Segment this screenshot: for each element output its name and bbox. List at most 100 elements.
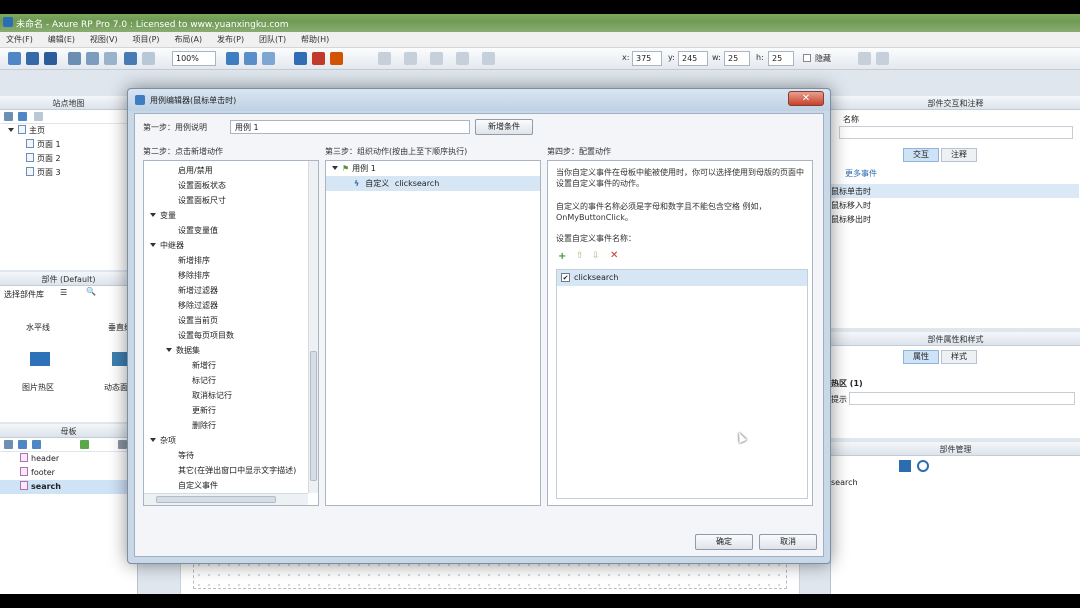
new-file-icon[interactable] bbox=[8, 52, 21, 65]
menu-edit[interactable]: 编辑(E) bbox=[48, 34, 75, 45]
action-tree-item[interactable]: 新增排序 bbox=[144, 253, 318, 268]
event-row[interactable]: 鼠标移出时 bbox=[831, 214, 871, 225]
tab-notes[interactable]: 注释 bbox=[941, 148, 977, 162]
copy-icon[interactable] bbox=[86, 52, 99, 65]
tab-style[interactable]: 样式 bbox=[941, 350, 977, 364]
action-tree-item[interactable]: 其它(在弹出窗口中显示文字描述) bbox=[144, 463, 318, 478]
actions-hscroll-thumb[interactable] bbox=[156, 496, 276, 503]
action-tree-item[interactable]: 设置变量值 bbox=[144, 223, 318, 238]
action-tree-item[interactable]: 设置当前页 bbox=[144, 313, 318, 328]
expand-icon[interactable] bbox=[150, 243, 156, 247]
sitemap-page[interactable]: 页面 3 bbox=[0, 166, 137, 180]
name-input[interactable] bbox=[839, 126, 1073, 139]
menu-team[interactable]: 团队(T) bbox=[259, 34, 286, 45]
preview-icon[interactable] bbox=[858, 52, 871, 65]
action-tree-item[interactable]: 移除排序 bbox=[144, 268, 318, 283]
add-icon[interactable]: + bbox=[558, 251, 566, 262]
action-tree-item[interactable]: 设置面板尺寸 bbox=[144, 193, 318, 208]
order-icon[interactable] bbox=[330, 52, 343, 65]
group-icon[interactable] bbox=[294, 52, 307, 65]
more-events-link[interactable]: 更多事件 bbox=[845, 168, 877, 179]
tab-properties[interactable]: 属性 bbox=[903, 350, 939, 364]
action-tree-item[interactable]: 数据集 bbox=[144, 343, 318, 358]
action-tree-item[interactable]: 中继器 bbox=[144, 238, 318, 253]
ungroup-icon[interactable] bbox=[312, 52, 325, 65]
font-icon[interactable] bbox=[430, 52, 443, 65]
add-folder-icon[interactable] bbox=[18, 112, 27, 121]
expand-icon[interactable] bbox=[8, 128, 14, 132]
widget-manager-item[interactable]: search bbox=[831, 478, 858, 487]
move-up-icon[interactable]: ⇧ bbox=[576, 251, 584, 261]
action-tree-item[interactable]: 设置面板状态 bbox=[144, 178, 318, 193]
menu-file[interactable]: 文件(F) bbox=[6, 34, 33, 45]
add-condition-button[interactable]: 新增条件 bbox=[475, 119, 533, 135]
menu-publish[interactable]: 发布(P) bbox=[217, 34, 244, 45]
move-up-icon[interactable] bbox=[34, 112, 43, 121]
widget-library-select[interactable]: 选择部件库 bbox=[4, 290, 44, 299]
sitemap-root[interactable]: 主页 bbox=[0, 124, 137, 138]
action-row-selected[interactable]: ϟ 自定义 clicksearch bbox=[326, 176, 540, 191]
add-folder-icon[interactable] bbox=[18, 440, 27, 449]
undo-icon[interactable] bbox=[124, 52, 137, 65]
delete-icon[interactable]: ✕ bbox=[610, 250, 618, 261]
custom-event-row[interactable]: ✔ clicksearch bbox=[557, 270, 807, 286]
action-tree-item[interactable]: 启用/禁用 bbox=[144, 163, 318, 178]
action-tree-item[interactable]: 移除过滤器 bbox=[144, 298, 318, 313]
action-tree-item[interactable]: 新增过滤器 bbox=[144, 283, 318, 298]
share-icon[interactable] bbox=[876, 52, 889, 65]
x-input[interactable]: 375 bbox=[632, 51, 662, 66]
select-mode-icon[interactable] bbox=[226, 52, 239, 65]
action-tree-item[interactable]: 变量 bbox=[144, 208, 318, 223]
crop-icon[interactable] bbox=[262, 52, 275, 65]
expand-icon[interactable] bbox=[150, 213, 156, 217]
connector-mode-icon[interactable] bbox=[244, 52, 257, 65]
event-checkbox[interactable]: ✔ bbox=[561, 273, 570, 282]
search-icon[interactable]: 🔍 bbox=[86, 287, 96, 296]
sitemap-page[interactable]: 页面 2 bbox=[0, 152, 137, 166]
action-tree-item[interactable]: 等待 bbox=[144, 448, 318, 463]
action-tree-item[interactable]: 设置每页项目数 bbox=[144, 328, 318, 343]
event-row-selected[interactable]: 鼠标单击时 bbox=[831, 184, 1079, 198]
action-tree-item[interactable]: 标记行 bbox=[144, 373, 318, 388]
action-tree-item[interactable]: 新增行 bbox=[144, 358, 318, 373]
add-master-icon[interactable] bbox=[4, 440, 13, 449]
case-row[interactable]: ⚑ 用例 1 bbox=[326, 161, 540, 176]
hotspot-widget-icon[interactable] bbox=[30, 352, 50, 366]
expand-icon[interactable] bbox=[150, 438, 156, 442]
search-icon[interactable] bbox=[917, 460, 929, 472]
menu-layout[interactable]: 布局(A) bbox=[174, 34, 202, 45]
menu-project[interactable]: 项目(P) bbox=[132, 34, 159, 45]
widget-horizontal-line[interactable]: 水平线 bbox=[26, 322, 50, 333]
close-button[interactable]: ✕ bbox=[788, 91, 824, 106]
action-tree-item[interactable]: 杂项 bbox=[144, 433, 318, 448]
tab-interactions[interactable]: 交互 bbox=[903, 148, 939, 162]
align-icon[interactable] bbox=[378, 52, 391, 65]
menu-icon[interactable]: ☰ bbox=[60, 288, 67, 297]
tooltip-input[interactable] bbox=[849, 392, 1075, 405]
move-up-icon[interactable] bbox=[32, 440, 41, 449]
line-icon[interactable] bbox=[482, 52, 495, 65]
save-icon[interactable] bbox=[44, 52, 57, 65]
distribute-icon[interactable] bbox=[404, 52, 417, 65]
zoom-select[interactable]: 100% bbox=[172, 51, 216, 66]
y-input[interactable]: 245 bbox=[678, 51, 708, 66]
cut-icon[interactable] bbox=[68, 52, 81, 65]
action-tree-item[interactable]: 删除行 bbox=[144, 418, 318, 433]
action-tree-item[interactable]: 更新行 bbox=[144, 403, 318, 418]
cancel-button[interactable]: 取消 bbox=[759, 534, 817, 550]
actions-vscroll-thumb[interactable] bbox=[310, 351, 317, 481]
menu-help[interactable]: 帮助(H) bbox=[301, 34, 329, 45]
expand-icon[interactable] bbox=[332, 166, 338, 170]
sitemap-page[interactable]: 页面 1 bbox=[0, 138, 137, 152]
add-page-icon[interactable] bbox=[4, 112, 13, 121]
master-item[interactable]: footer bbox=[0, 466, 137, 480]
redo-icon[interactable] bbox=[142, 52, 155, 65]
open-file-icon[interactable] bbox=[26, 52, 39, 65]
filter-icon[interactable] bbox=[899, 460, 911, 472]
actions-hscrollbar[interactable] bbox=[144, 493, 308, 505]
case-name-input[interactable]: 用例 1 bbox=[230, 120, 470, 134]
h-input[interactable]: 25 bbox=[768, 51, 794, 66]
master-item[interactable]: header bbox=[0, 452, 137, 466]
fill-icon[interactable] bbox=[456, 52, 469, 65]
hidden-checkbox[interactable] bbox=[803, 54, 811, 62]
